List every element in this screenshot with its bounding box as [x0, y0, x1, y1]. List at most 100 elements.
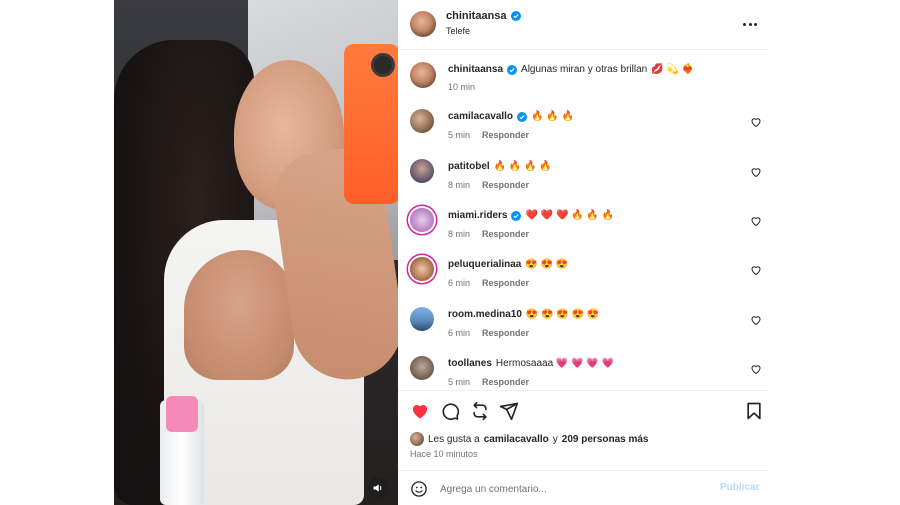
verified-badge-icon	[511, 210, 522, 221]
comment-time: 6 min	[448, 328, 471, 338]
owner-avatar[interactable]	[410, 11, 436, 37]
comment-text-line: camilacavallo 🔥 🔥 🔥	[448, 111, 574, 122]
comment-text-line: miami.riders ❤️ ❤️ ❤️ 🔥 🔥 🔥	[448, 210, 614, 221]
repost-icon[interactable]	[470, 401, 490, 421]
comment-username[interactable]: miami.riders	[448, 210, 507, 221]
commenter-avatar[interactable]	[410, 159, 434, 183]
caption-username[interactable]: chinitaansa	[448, 64, 503, 75]
photo-phone	[344, 44, 398, 204]
photo-shoulder-skin	[184, 250, 294, 380]
owner-username[interactable]: chinitaansa	[446, 10, 521, 22]
post-media[interactable]	[114, 0, 398, 505]
comment-username[interactable]: camilacavallo	[448, 111, 513, 122]
post-side-panel: chinitaansa Telefe chinitaansa Algunas m…	[398, 0, 768, 505]
comment-item: toollanes Hermosaaaa 💗 💗 💗 💗 5 min Respo…	[398, 347, 768, 390]
heart-outline-icon[interactable]	[750, 363, 762, 375]
speaker-icon	[373, 484, 382, 492]
comment-time: 6 min	[448, 278, 471, 288]
reply-button[interactable]: Responder	[482, 377, 529, 387]
comment-body: Hermosaaaa 💗 💗 💗 💗	[495, 358, 615, 369]
photo-bottle	[160, 396, 204, 505]
comment-text-line: toollanes Hermosaaaa 💗 💗 💗 💗	[448, 358, 614, 369]
emoji-smile-icon[interactable]	[410, 480, 428, 498]
comment-time: 5 min	[448, 130, 471, 140]
comment-text-line: room.medina10 😍 😍 😍 😍 😍	[448, 309, 599, 320]
sound-toggle-button[interactable]	[367, 477, 389, 499]
likes-others[interactable]: 209 personas más	[562, 434, 649, 445]
heart-filled-icon[interactable]	[410, 401, 430, 421]
comment-time: 5 min	[448, 377, 471, 387]
comment-text-line: patitobel 🔥 🔥 🔥 🔥	[448, 161, 552, 172]
owner-username-text[interactable]: chinitaansa	[446, 10, 507, 22]
comment-meta: 6 min Responder	[448, 328, 529, 338]
reply-button[interactable]: Responder	[482, 278, 529, 288]
commenter-avatar[interactable]	[410, 356, 434, 380]
heart-outline-icon[interactable]	[750, 264, 762, 276]
comment-text-line: peluquerialinaa 😍 😍 😍	[448, 259, 568, 270]
reply-button[interactable]: Responder	[482, 328, 529, 338]
comment-body: 🔥 🔥 🔥 🔥	[493, 161, 552, 172]
comment-username[interactable]: patitobel	[448, 161, 490, 172]
comment-meta: 5 min Responder	[448, 377, 529, 387]
bookmark-icon[interactable]	[744, 401, 764, 421]
more-dot	[748, 22, 752, 26]
comment-item: miami.riders ❤️ ❤️ ❤️ 🔥 🔥 🔥 8 min Respon…	[398, 199, 768, 247]
comment-username[interactable]: room.medina10	[448, 309, 522, 320]
comment-body: 😍 😍 😍	[525, 259, 569, 270]
caption-time: 10 min	[448, 82, 476, 92]
comment-meta: 5 min Responder	[448, 130, 529, 140]
comment-body: 🔥 🔥 🔥	[531, 111, 574, 122]
post-location[interactable]: Telefe	[446, 26, 470, 36]
send-icon[interactable]	[499, 401, 519, 421]
commenter-avatar[interactable]	[410, 109, 434, 133]
bottle-cap	[166, 396, 198, 432]
comment-input[interactable]	[440, 479, 710, 499]
likes-summary[interactable]: Les gusta a camilacavallo y 209 personas…	[410, 432, 648, 446]
heart-outline-icon[interactable]	[750, 314, 762, 326]
more-dot	[753, 22, 757, 26]
likes-middle: y	[552, 433, 558, 445]
more-options-button[interactable]	[740, 14, 760, 34]
comment-item: peluquerialinaa 😍 😍 😍 6 min Responder	[398, 248, 768, 296]
comment-meta: 8 min Responder	[448, 180, 529, 190]
comment-item: room.medina10 😍 😍 😍 😍 😍 6 min Responder	[398, 298, 768, 346]
liker-avatar	[410, 432, 424, 446]
comment-username[interactable]: toollanes	[448, 358, 492, 369]
post-header: chinitaansa Telefe	[398, 0, 768, 50]
likes-user[interactable]: camilacavallo	[484, 434, 549, 445]
post-actions-bar	[398, 390, 768, 430]
comment-time: 8 min	[448, 180, 471, 190]
commenter-avatar[interactable]	[410, 307, 434, 331]
add-comment-bar: Publicar	[398, 470, 768, 505]
caption-avatar[interactable]	[410, 62, 436, 88]
comment-bubble-icon[interactable]	[440, 401, 460, 421]
publish-comment-button[interactable]: Publicar	[720, 482, 759, 493]
post-caption: chinitaansa Algunas miran y otras brilla…	[398, 55, 768, 100]
likes-prefix: Les gusta a	[428, 433, 480, 445]
comment-username[interactable]: peluquerialinaa	[448, 259, 521, 270]
comments-list[interactable]: camilacavallo 🔥 🔥 🔥 5 min Responder pati…	[398, 100, 768, 390]
comment-item: camilacavallo 🔥 🔥 🔥 5 min Responder	[398, 100, 768, 148]
reply-button[interactable]: Responder	[482, 130, 529, 140]
more-horizontal-icon	[743, 22, 747, 26]
comment-body: 😍 😍 😍 😍 😍	[525, 309, 600, 320]
heart-outline-icon[interactable]	[750, 166, 762, 178]
verified-badge-icon	[507, 64, 518, 75]
commenter-avatar[interactable]	[410, 208, 434, 232]
comment-time: 8 min	[448, 229, 471, 239]
caption-emojis: 💋 💫 ❤️‍🔥	[651, 64, 695, 75]
reply-button[interactable]: Responder	[482, 180, 529, 190]
comment-meta: 6 min Responder	[448, 278, 529, 288]
comment-meta: 8 min Responder	[448, 229, 529, 239]
caption-text: Algunas miran y otras brillan	[521, 64, 648, 75]
phone-camera	[374, 56, 392, 74]
heart-outline-icon[interactable]	[750, 215, 762, 227]
caption-line: chinitaansa Algunas miran y otras brilla…	[448, 64, 694, 75]
commenter-avatar[interactable]	[410, 257, 434, 281]
post-timestamp[interactable]: Hace 10 minutos	[410, 449, 478, 459]
reply-button[interactable]: Responder	[482, 229, 529, 239]
heart-outline-icon[interactable]	[750, 116, 762, 128]
comment-body: ❤️ ❤️ ❤️ 🔥 🔥 🔥	[525, 210, 615, 221]
verified-badge-icon	[517, 111, 528, 122]
verified-badge-icon	[510, 11, 521, 21]
